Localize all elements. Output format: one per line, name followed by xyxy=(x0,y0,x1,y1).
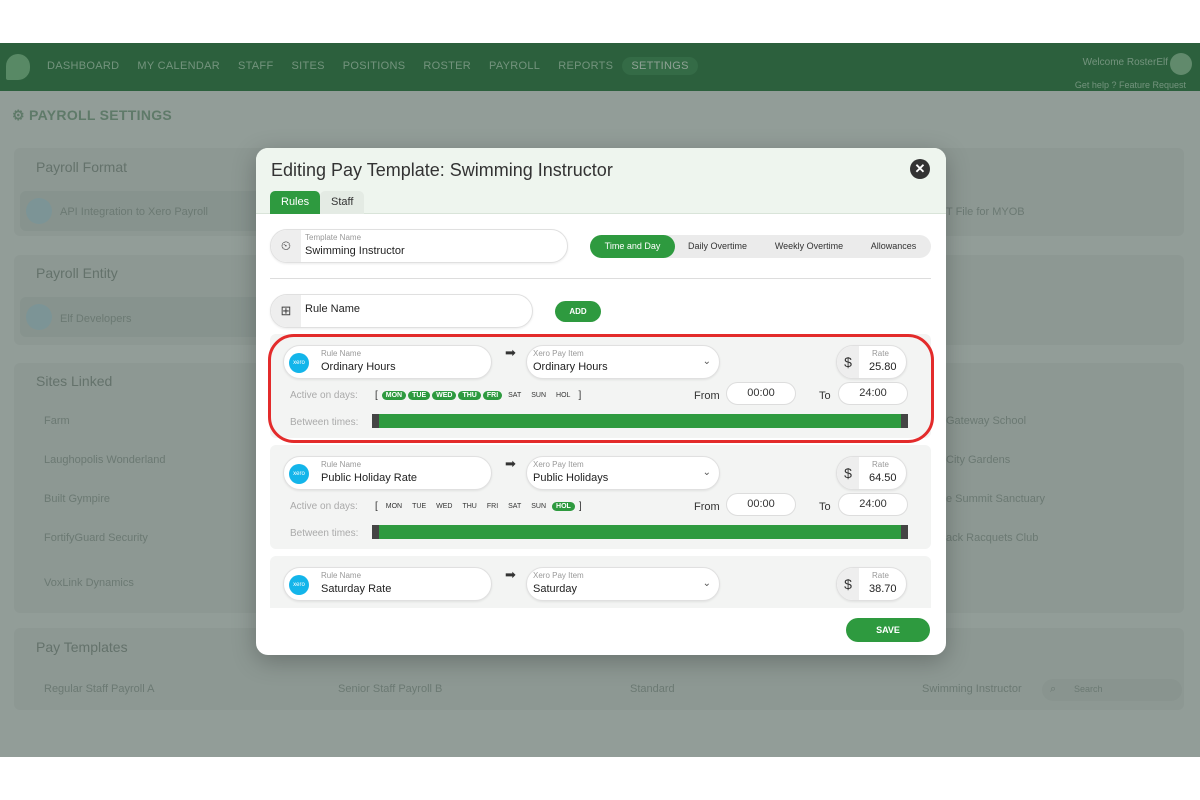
rule-name-input[interactable]: ⊞ Rule Name xyxy=(270,294,533,328)
rate-field[interactable]: $ Rate 64.50 xyxy=(836,456,907,490)
day-toggle-sat[interactable]: SAT xyxy=(504,502,525,511)
time-range-slider[interactable] xyxy=(372,525,908,539)
slider-end-handle[interactable] xyxy=(901,525,908,539)
bracket-open: [ xyxy=(375,501,378,512)
from-label: From xyxy=(694,501,720,513)
rate-label: Rate xyxy=(872,460,889,469)
add-rule-icon: ⊞ xyxy=(271,295,301,327)
to-time-input[interactable]: 24:00 xyxy=(838,493,908,516)
day-toggle-mon[interactable]: MON xyxy=(382,502,406,511)
rate-label: Rate xyxy=(872,571,889,580)
xero-icon: xero xyxy=(289,464,309,484)
rate-value[interactable]: 64.50 xyxy=(869,472,897,484)
xero-pay-item-value: Public Holidays xyxy=(533,472,609,484)
template-clock-icon: ⏲ xyxy=(271,230,301,262)
between-times-label: Between times: xyxy=(290,528,359,539)
xero-pay-item-value: Saturday xyxy=(533,583,578,595)
rule-card: xero Rule Name Saturday Rate ➡ Xero Pay … xyxy=(270,556,931,608)
slider-start-handle[interactable] xyxy=(372,525,379,539)
from-time-input[interactable]: 00:00 xyxy=(726,493,796,516)
modal-header: Editing Pay Template: Swimming Instructo… xyxy=(256,148,946,214)
to-label: To xyxy=(819,501,831,513)
template-name-label: Template Name xyxy=(305,233,362,242)
close-icon[interactable]: ✕ xyxy=(910,159,930,179)
day-toggle-hol[interactable]: HOL xyxy=(552,502,575,511)
segment-weekly-overtime[interactable]: Weekly Overtime xyxy=(764,235,854,258)
tab-staff[interactable]: Staff xyxy=(320,191,365,214)
xero-pay-item-select[interactable]: Xero Pay Item Saturday ⌄ xyxy=(526,567,720,601)
chevron-down-icon: ⌄ xyxy=(702,578,711,589)
active-days-label: Active on days: xyxy=(290,501,358,512)
segment-daily-overtime[interactable]: Daily Overtime xyxy=(675,235,760,258)
dollar-icon: $ xyxy=(837,568,859,600)
day-selector: [ MON TUE WED THU FRI SAT SUN HOL ] xyxy=(372,501,585,512)
chevron-down-icon: ⌄ xyxy=(702,467,711,478)
rate-value[interactable]: 38.70 xyxy=(869,583,897,595)
divider xyxy=(270,278,931,279)
modal-title: Editing Pay Template: Swimming Instructo… xyxy=(271,160,613,180)
rule-name-label: Rule Name xyxy=(321,460,362,469)
xero-pay-item-select[interactable]: Xero Pay Item Public Holidays ⌄ xyxy=(526,456,720,490)
rule-type-segmented-control: Time and Day Daily Overtime Weekly Overt… xyxy=(590,235,931,258)
rule-name-placeholder: Rule Name xyxy=(305,303,361,315)
bracket-close: ] xyxy=(578,501,582,512)
rate-field[interactable]: $ Rate 38.70 xyxy=(836,567,907,601)
segment-allowances[interactable]: Allowances xyxy=(856,235,931,258)
segment-time-and-day[interactable]: Time and Day xyxy=(590,235,675,258)
day-toggle-fri[interactable]: FRI xyxy=(483,502,502,511)
rule-name-field[interactable]: xero Rule Name Saturday Rate xyxy=(283,567,492,601)
day-toggle-thu[interactable]: THU xyxy=(458,502,480,511)
day-toggle-wed[interactable]: WED xyxy=(432,502,456,511)
template-name-value[interactable]: Swimming Instructor xyxy=(305,245,405,257)
save-button[interactable]: SAVE xyxy=(846,618,930,642)
rule-name-value[interactable]: Saturday Rate xyxy=(321,583,391,595)
xero-pay-item-label: Xero Pay Item xyxy=(533,460,584,469)
rule-card: xero Rule Name Public Holiday Rate ➡ Xer… xyxy=(270,445,931,549)
rule-name-field[interactable]: xero Rule Name Public Holiday Rate xyxy=(283,456,492,490)
dollar-icon: $ xyxy=(837,457,859,489)
arrow-right-icon: ➡ xyxy=(505,567,516,582)
rule-name-label: Rule Name xyxy=(321,571,362,580)
xero-icon: xero xyxy=(289,575,309,595)
tab-rules[interactable]: Rules xyxy=(270,191,321,214)
xero-pay-item-label: Xero Pay Item xyxy=(533,571,584,580)
rule-name-value[interactable]: Public Holiday Rate xyxy=(321,472,417,484)
day-toggle-tue[interactable]: TUE xyxy=(408,502,430,511)
highlight-ring xyxy=(268,334,934,443)
day-toggle-sun[interactable]: SUN xyxy=(527,502,550,511)
arrow-right-icon: ➡ xyxy=(505,456,516,471)
add-rule-button[interactable]: ADD xyxy=(555,301,601,322)
template-name-field[interactable]: ⏲ Template Name Swimming Instructor xyxy=(270,229,568,263)
